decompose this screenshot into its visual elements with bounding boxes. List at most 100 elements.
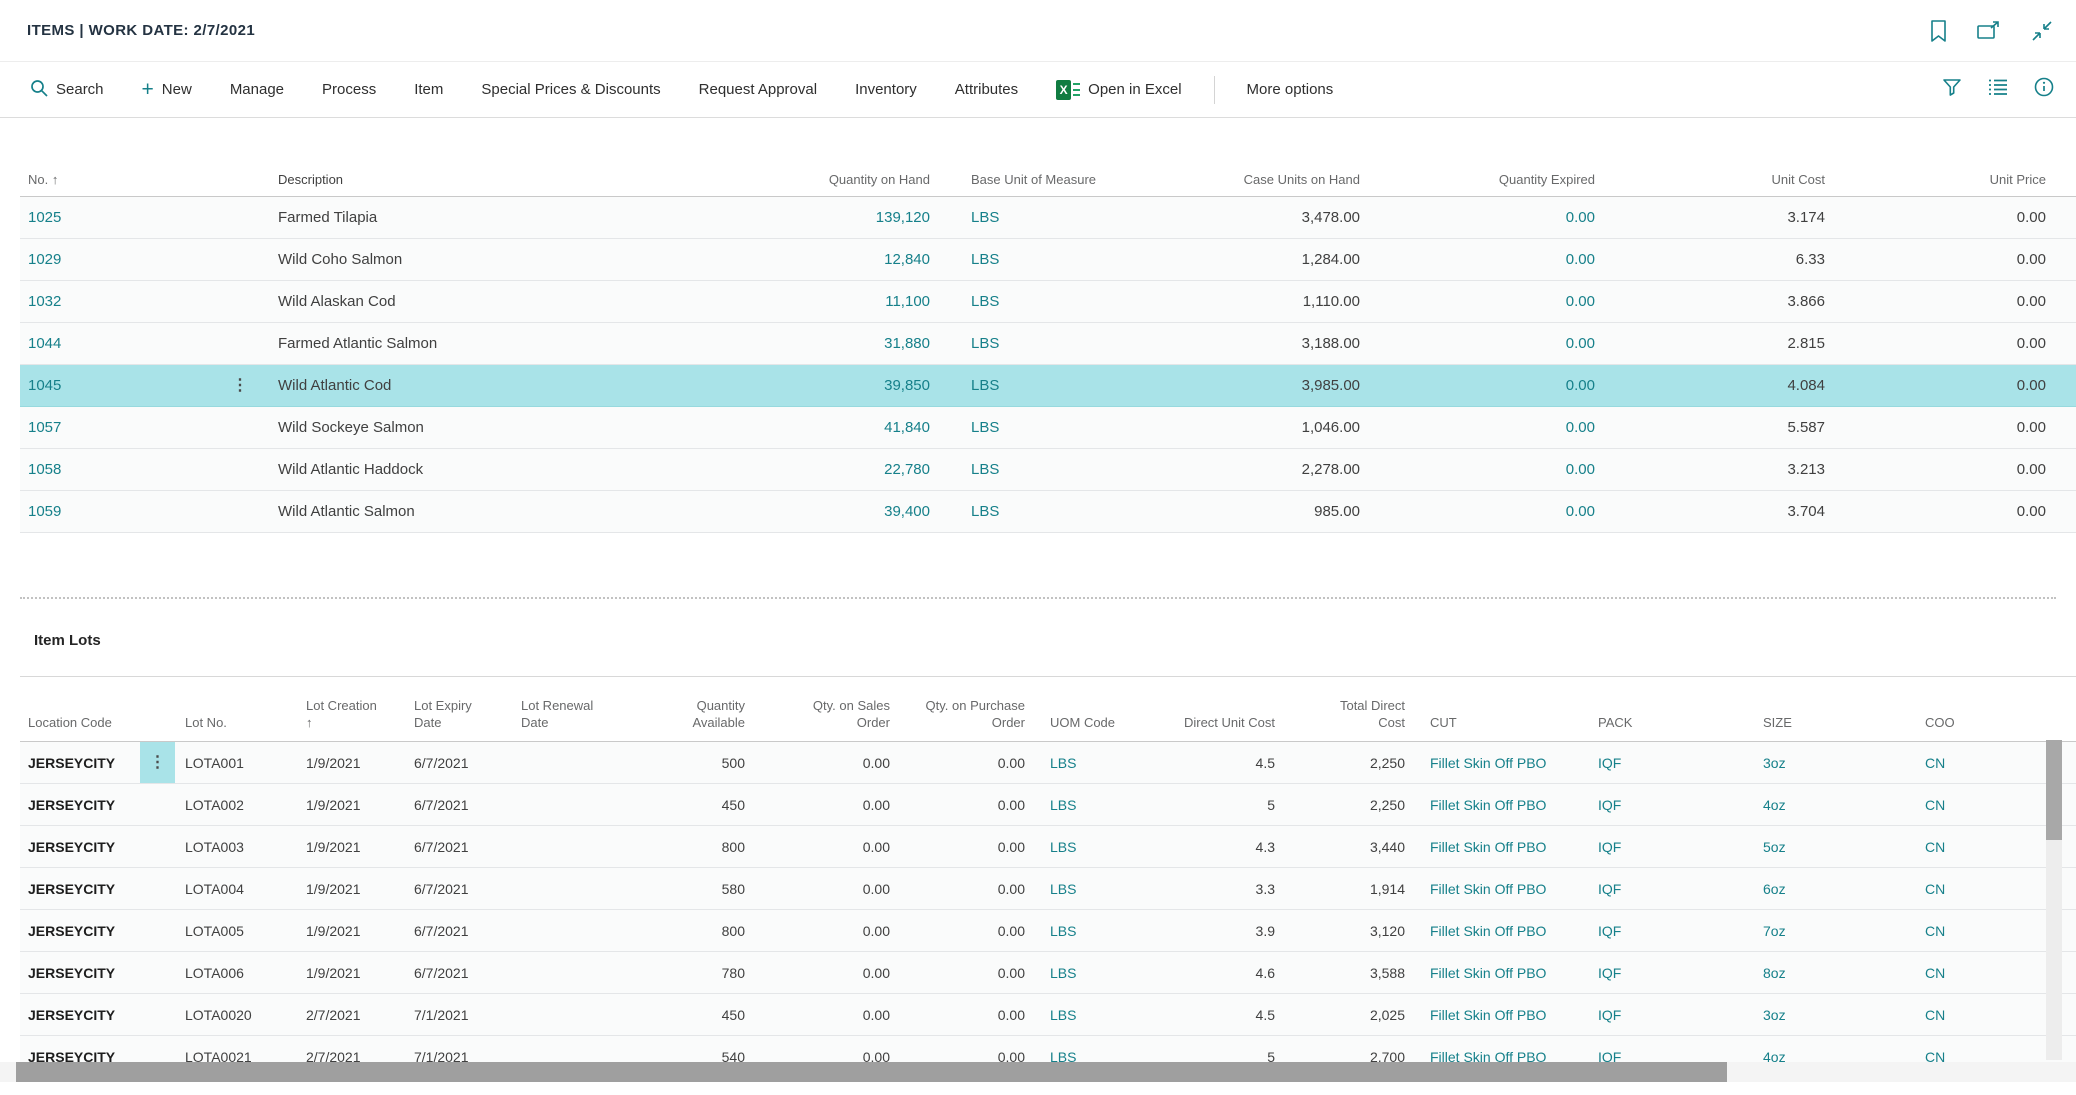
pack-link[interactable]: IQF — [1598, 755, 1621, 771]
col-header-lot-expiry[interactable]: Lot ExpiryDate — [410, 677, 515, 741]
table-row[interactable]: 1058 ⋮ Wild Atlantic Haddock 22,780 LBS … — [20, 449, 2076, 491]
col-header-direct-unit-cost[interactable]: Direct Unit Cost — [1170, 677, 1290, 741]
cut-link[interactable]: Fillet Skin Off PBO — [1430, 881, 1546, 897]
col-header-qty-sales-order[interactable]: Qty. on SalesOrder — [760, 677, 905, 741]
special-prices-menu[interactable]: Special Prices & Discounts — [481, 81, 660, 98]
qty-expired-link[interactable]: 0.00 — [1566, 251, 1595, 268]
item-no-link[interactable]: 1045 — [28, 377, 61, 394]
search-button[interactable]: Search — [30, 79, 104, 101]
item-no-link[interactable]: 1029 — [28, 251, 61, 268]
horizontal-scrollbar-thumb[interactable] — [16, 1062, 1727, 1082]
col-header-size[interactable]: SIZE — [1755, 677, 1915, 741]
inventory-menu[interactable]: Inventory — [855, 81, 917, 98]
collapse-icon[interactable] — [2030, 19, 2054, 43]
qty-expired-link[interactable]: 0.00 — [1566, 335, 1595, 352]
cut-link[interactable]: Fillet Skin Off PBO — [1430, 839, 1546, 855]
item-no-link[interactable]: 1058 — [28, 461, 61, 478]
uom-code-link[interactable]: LBS — [1050, 881, 1076, 897]
qty-on-hand-link[interactable]: 39,400 — [884, 503, 930, 520]
cut-link[interactable]: Fillet Skin Off PBO — [1430, 797, 1546, 813]
base-uom-link[interactable]: LBS — [971, 251, 999, 268]
col-header-lot-renewal[interactable]: Lot RenewalDate — [515, 677, 660, 741]
base-uom-link[interactable]: LBS — [971, 461, 999, 478]
col-header-pack[interactable]: PACK — [1590, 677, 1755, 741]
col-header-description[interactable]: Description — [270, 150, 690, 196]
cut-link[interactable]: Fillet Skin Off PBO — [1430, 965, 1546, 981]
col-header-total-direct-cost[interactable]: Total DirectCost — [1290, 677, 1420, 741]
item-no-link[interactable]: 1044 — [28, 335, 61, 352]
size-link[interactable]: 3oz — [1763, 755, 1786, 771]
pack-link[interactable]: IQF — [1598, 881, 1621, 897]
item-menu[interactable]: Item — [414, 81, 443, 98]
col-header-uom-code[interactable]: UOM Code — [1040, 677, 1170, 741]
col-header-qty-on-hand[interactable]: Quantity on Hand — [690, 150, 945, 196]
col-header-case-units[interactable]: Case Units on Hand — [1150, 150, 1375, 196]
list-view-icon[interactable] — [1988, 78, 2008, 101]
uom-code-link[interactable]: LBS — [1050, 965, 1076, 981]
item-no-link[interactable]: 1025 — [28, 209, 61, 226]
bookmark-icon[interactable] — [1929, 19, 1948, 43]
lot-row[interactable]: JERSEYCITY ⋮ LOTA005 1/9/2021 6/7/2021 8… — [20, 910, 2076, 952]
qty-expired-link[interactable]: 0.00 — [1566, 503, 1595, 520]
table-row[interactable]: 1059 ⋮ Wild Atlantic Salmon 39,400 LBS 9… — [20, 491, 2076, 533]
qty-on-hand-link[interactable]: 12,840 — [884, 251, 930, 268]
item-no-link[interactable]: 1057 — [28, 419, 61, 436]
row-menu-icon[interactable]: ⋮ — [150, 755, 166, 771]
table-row[interactable]: 1057 ⋮ Wild Sockeye Salmon 41,840 LBS 1,… — [20, 407, 2076, 449]
cut-link[interactable]: Fillet Skin Off PBO — [1430, 923, 1546, 939]
col-header-base-uom[interactable]: Base Unit of Measure — [945, 150, 1150, 196]
table-row[interactable]: 1029 ⋮ Wild Coho Salmon 12,840 LBS 1,284… — [20, 239, 2076, 281]
open-in-new-window-icon[interactable] — [1976, 20, 2002, 42]
col-header-lot-no[interactable]: Lot No. — [175, 677, 300, 741]
pack-link[interactable]: IQF — [1598, 965, 1621, 981]
col-header-unit-price[interactable]: Unit Price — [1840, 150, 2076, 196]
coo-link[interactable]: CN — [1925, 839, 1945, 855]
pack-link[interactable]: IQF — [1598, 923, 1621, 939]
table-row[interactable]: 1045 ⋮ Wild Atlantic Cod 39,850 LBS 3,98… — [20, 365, 2076, 407]
request-approval-menu[interactable]: Request Approval — [699, 81, 817, 98]
size-link[interactable]: 4oz — [1763, 1049, 1786, 1063]
size-link[interactable]: 4oz — [1763, 797, 1786, 813]
size-link[interactable]: 7oz — [1763, 923, 1786, 939]
size-link[interactable]: 5oz — [1763, 839, 1786, 855]
attributes-menu[interactable]: Attributes — [955, 81, 1018, 98]
filter-icon[interactable] — [1942, 77, 1962, 102]
col-header-unit-cost[interactable]: Unit Cost — [1615, 150, 1840, 196]
lot-row[interactable]: JERSEYCITY ⋮ LOTA0020 2/7/2021 7/1/2021 … — [20, 994, 2076, 1036]
qty-on-hand-link[interactable]: 41,840 — [884, 419, 930, 436]
lots-vertical-scrollbar-thumb[interactable] — [2046, 740, 2062, 840]
coo-link[interactable]: CN — [1925, 755, 1945, 771]
pack-link[interactable]: IQF — [1598, 1049, 1621, 1063]
coo-link[interactable]: CN — [1925, 965, 1945, 981]
qty-on-hand-link[interactable]: 31,880 — [884, 335, 930, 352]
col-header-qty-expired[interactable]: Quantity Expired — [1375, 150, 1615, 196]
qty-expired-link[interactable]: 0.00 — [1566, 419, 1595, 436]
size-link[interactable]: 3oz — [1763, 1007, 1786, 1023]
uom-code-link[interactable]: LBS — [1050, 1049, 1076, 1063]
uom-code-link[interactable]: LBS — [1050, 923, 1076, 939]
lots-vertical-scrollbar[interactable] — [2046, 740, 2062, 1060]
manage-menu[interactable]: Manage — [230, 81, 284, 98]
qty-expired-link[interactable]: 0.00 — [1566, 293, 1595, 310]
size-link[interactable]: 6oz — [1763, 881, 1786, 897]
coo-link[interactable]: CN — [1925, 1049, 1945, 1063]
coo-link[interactable]: CN — [1925, 1007, 1945, 1023]
coo-link[interactable]: CN — [1925, 797, 1945, 813]
cut-link[interactable]: Fillet Skin Off PBO — [1430, 755, 1546, 771]
qty-on-hand-link[interactable]: 11,100 — [885, 293, 930, 310]
uom-code-link[interactable]: LBS — [1050, 839, 1076, 855]
qty-expired-link[interactable]: 0.00 — [1566, 377, 1595, 394]
process-menu[interactable]: Process — [322, 81, 376, 98]
col-header-qty-available[interactable]: QuantityAvailable — [660, 677, 760, 741]
table-row[interactable]: 1044 ⋮ Farmed Atlantic Salmon 31,880 LBS… — [20, 323, 2076, 365]
qty-expired-link[interactable]: 0.00 — [1566, 461, 1595, 478]
lot-row[interactable]: JERSEYCITY ⋮ LOTA001 1/9/2021 6/7/2021 5… — [20, 742, 2076, 784]
pack-link[interactable]: IQF — [1598, 1007, 1621, 1023]
qty-on-hand-link[interactable]: 39,850 — [884, 377, 930, 394]
col-header-coo[interactable]: COO — [1915, 677, 2046, 741]
qty-expired-link[interactable]: 0.00 — [1566, 209, 1595, 226]
col-header-no[interactable]: No. ↑ — [20, 150, 210, 196]
pack-link[interactable]: IQF — [1598, 797, 1621, 813]
open-in-excel-button[interactable]: X Open in Excel — [1056, 80, 1181, 100]
col-header-location-code[interactable]: Location Code — [20, 677, 140, 741]
